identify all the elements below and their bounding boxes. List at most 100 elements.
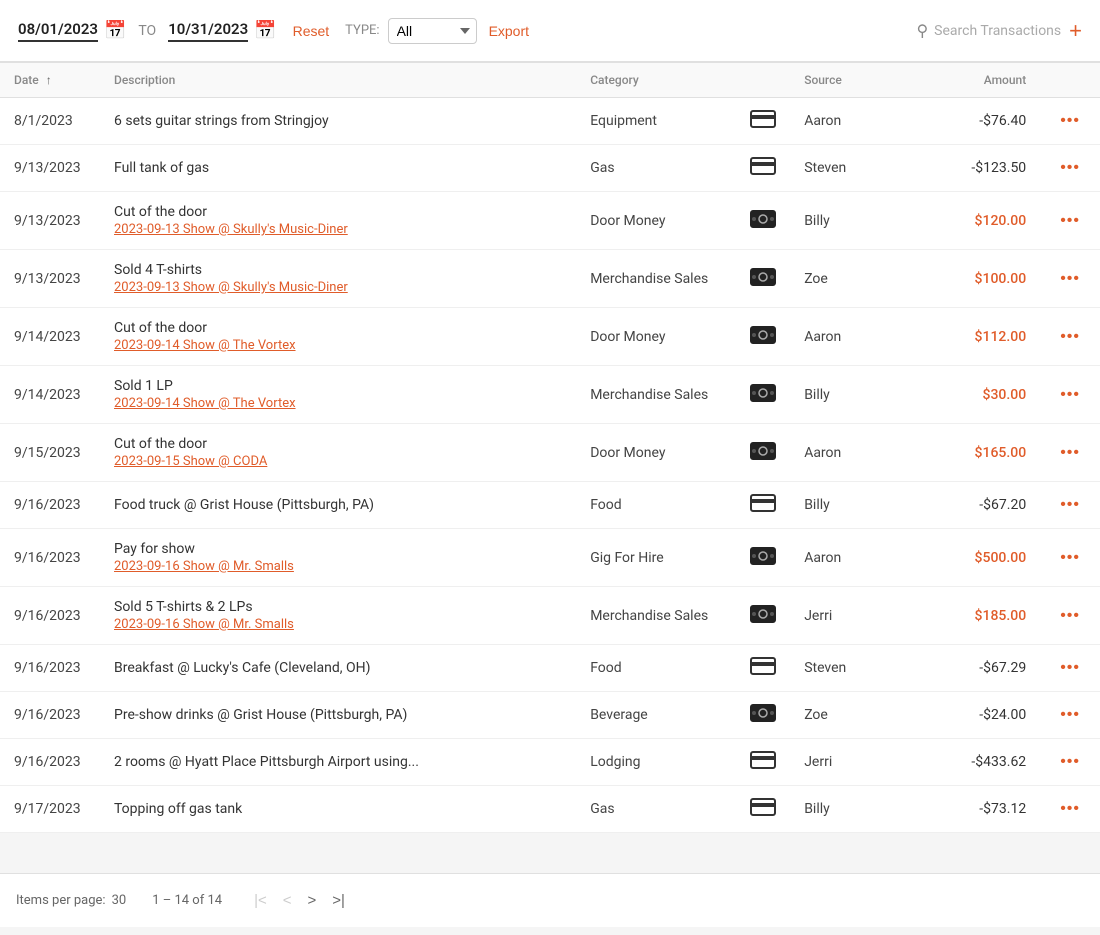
next-page-button[interactable]: > [302,890,323,911]
cell-actions: ••• [1040,98,1100,145]
cell-amount: $185.00 [920,587,1040,645]
cell-actions: ••• [1040,739,1100,786]
cell-category: Lodging [576,739,736,786]
table-row: 9/15/2023Cut of the door2023-09-15 Show … [0,424,1100,482]
cell-category: Equipment [576,98,736,145]
reset-button[interactable]: Reset [293,23,330,39]
cell-source: Aaron [790,98,920,145]
cell-source-icon [736,482,790,529]
row-actions-button[interactable]: ••• [1054,268,1086,290]
row-actions-button[interactable]: ••• [1054,798,1086,820]
cell-source-icon [736,645,790,692]
row-actions-button[interactable]: ••• [1054,110,1086,132]
col-date[interactable]: Date ↑ [0,63,100,98]
row-actions-button[interactable]: ••• [1054,494,1086,516]
cell-source: Zoe [790,250,920,308]
transactions-table-container: Date ↑ Description Category Source Amoun… [0,62,1100,833]
row-actions-button[interactable]: ••• [1054,326,1086,348]
row-actions-button[interactable]: ••• [1054,442,1086,464]
last-page-button[interactable]: >| [326,890,351,911]
cell-source: Steven [790,645,920,692]
items-per-page-label: Items per page: [16,893,106,908]
cell-source: Billy [790,786,920,833]
amount-value: -$73.12 [979,801,1026,817]
description-text: Cut of the door [114,436,207,452]
cell-category: Gig For Hire [576,529,736,587]
amount-value: $500.00 [975,550,1027,566]
search-placeholder[interactable]: Search Transactions [934,23,1061,39]
row-actions-button[interactable]: ••• [1054,704,1086,726]
cell-amount: -$67.29 [920,645,1040,692]
table-row: 9/14/2023Cut of the door2023-09-14 Show … [0,308,1100,366]
cell-source-icon [736,739,790,786]
cell-source-icon [736,692,790,739]
date-sort-arrow: ↑ [46,73,52,87]
cell-source-icon [736,308,790,366]
description-text: Sold 5 T-shirts & 2 LPs [114,599,253,615]
col-actions [1040,63,1100,98]
cell-source: Aaron [790,308,920,366]
items-per-page-value: 30 [112,893,127,908]
cell-source-icon [736,145,790,192]
col-source-icon-header [736,63,790,98]
start-date-value: 08/01/2023 [18,20,98,42]
cell-category: Merchandise Sales [576,587,736,645]
cell-actions: ••• [1040,424,1100,482]
description-link[interactable]: 2023-09-15 Show @ CODA [114,454,562,469]
prev-page-button[interactable]: < [277,890,298,911]
description-link[interactable]: 2023-09-13 Show @ Skully's Music-Diner [114,280,562,295]
description-text: 6 sets guitar strings from Stringjoy [114,113,329,129]
card-icon [750,116,776,132]
description-link[interactable]: 2023-09-14 Show @ The Vortex [114,338,562,353]
cell-category: Door Money [576,192,736,250]
cell-description: Pre-show drinks @ Grist House (Pittsburg… [100,692,576,739]
cell-amount: $30.00 [920,366,1040,424]
search-icon: ⚲ [916,21,928,40]
cell-amount: -$24.00 [920,692,1040,739]
col-date-label: Date [14,73,39,87]
end-date-value: 10/31/2023 [168,20,248,42]
row-actions-button[interactable]: ••• [1054,657,1086,679]
description-text: Sold 1 LP [114,378,173,394]
description-link[interactable]: 2023-09-14 Show @ The Vortex [114,396,562,411]
amount-value: $100.00 [975,271,1027,287]
cell-description: Full tank of gas [100,145,576,192]
row-actions-button[interactable]: ••• [1054,210,1086,232]
end-date-field: 10/31/2023 📅 [168,20,276,42]
row-actions-button[interactable]: ••• [1054,547,1086,569]
row-actions-button[interactable]: ••• [1054,384,1086,406]
description-link[interactable]: 2023-09-16 Show @ Mr. Smalls [114,559,562,574]
cell-amount: -$73.12 [920,786,1040,833]
end-date-calendar-icon[interactable]: 📅 [254,20,276,41]
start-date-calendar-icon[interactable]: 📅 [104,20,126,41]
cell-source-icon [736,587,790,645]
amount-value: $30.00 [983,387,1027,403]
description-link[interactable]: 2023-09-13 Show @ Skully's Music-Diner [114,222,562,237]
row-actions-button[interactable]: ••• [1054,605,1086,627]
first-page-button[interactable]: |< [248,890,273,911]
cell-description: 6 sets guitar strings from Stringjoy [100,98,576,145]
description-link[interactable]: 2023-09-16 Show @ Mr. Smalls [114,617,562,632]
cell-category: Merchandise Sales [576,250,736,308]
add-transaction-button[interactable]: + [1069,20,1082,42]
cell-date: 9/17/2023 [0,786,100,833]
card-icon [750,663,776,679]
cell-source: Jerri [790,587,920,645]
cell-date: 9/14/2023 [0,366,100,424]
cell-actions: ••• [1040,366,1100,424]
table-footer: Items per page: 30 1 – 14 of 14 |< < > >… [0,873,1100,927]
cell-description: Pay for show2023-09-16 Show @ Mr. Smalls [100,529,576,587]
cell-date: 9/16/2023 [0,692,100,739]
type-select[interactable]: All Income Expense [388,18,477,44]
row-actions-button[interactable]: ••• [1054,751,1086,773]
cell-category: Door Money [576,308,736,366]
cell-description: Cut of the door 2023-09-15 Show @ CODA [100,424,576,482]
table-row: 9/16/20232 rooms @ Hyatt Place Pittsburg… [0,739,1100,786]
row-actions-button[interactable]: ••• [1054,157,1086,179]
to-separator: TO [138,23,156,39]
cell-source: Billy [790,482,920,529]
amount-value: -$76.40 [979,113,1026,129]
cell-amount: $120.00 [920,192,1040,250]
export-button[interactable]: Export [489,23,529,39]
card-icon [750,804,776,820]
